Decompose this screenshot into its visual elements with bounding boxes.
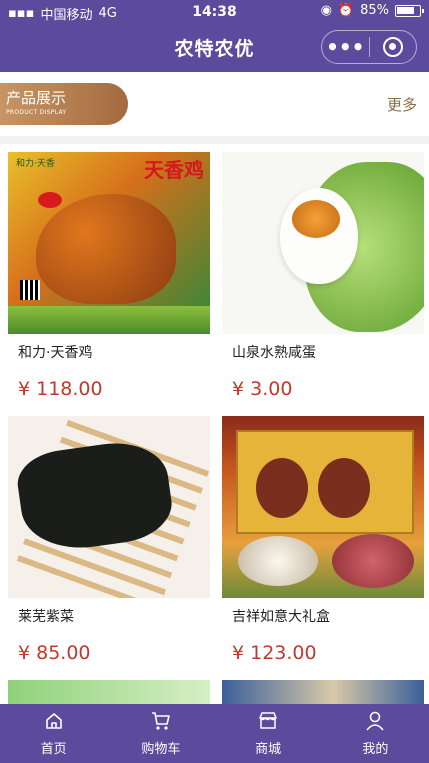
product-card[interactable]: 吉祥如意大礼盒 ¥ 123.00 [222,416,424,664]
tab-home[interactable]: 首页 [0,704,107,763]
meat-shape [318,458,370,518]
target-icon [382,37,403,57]
image-brand-text: 和力·天香 [16,159,55,169]
tab-profile[interactable]: 我的 [322,704,429,763]
product-section-header: 产品展示 PRODUCT DISPLAY 更多 [0,72,429,136]
product-name: 山泉水熟咸蛋 [232,345,316,361]
mini-program-capsule: ••• [321,30,417,64]
tab-label: 首页 [40,742,67,757]
cart-icon [150,710,172,732]
user-icon [364,710,386,732]
product-card[interactable]: 山泉水熟咸蛋 ¥ 3.00 [222,152,424,400]
hen-comb [38,192,62,208]
tab-label: 购物车 [141,742,181,757]
product-price: ¥ 3.00 [232,378,293,400]
product-price: ¥ 118.00 [18,378,103,400]
section-title-pill: 产品展示 PRODUCT DISPLAY [0,83,128,125]
product-price: ¥ 85.00 [18,642,91,664]
alarm-icon: ⏰ [337,3,355,18]
product-image-egg[interactable] [222,152,424,334]
product-image-peek [222,680,424,704]
product-name: 莱芜紫菜 [18,609,74,625]
product-image-chicken[interactable]: 和力·天香 天香鸡 [8,152,210,334]
image-ground [8,306,210,334]
product-name: 吉祥如意大礼盒 [232,609,330,625]
store-icon [257,710,279,732]
meat-shape [256,458,308,518]
navigation-bar: 农特农优 ••• [0,24,429,72]
product-image-seaweed[interactable] [8,416,210,598]
lock-rotation-icon: ◉ [320,3,332,18]
product-name: 和力·天香鸡 [18,345,93,361]
sausage-bowl-shape [332,534,414,588]
status-right: ◉ ⏰ 85% [320,3,424,18]
close-program-button[interactable] [370,37,417,57]
tab-label: 我的 [362,742,389,757]
section-divider [0,136,429,144]
battery-icon [395,4,424,17]
section-subtitle: PRODUCT DISPLAY [6,109,67,116]
tab-label: 商城 [255,742,282,757]
section-title: 产品展示 [6,89,67,107]
yolk-shape [292,200,340,238]
rice-bowl-shape [238,536,318,586]
more-link[interactable]: 更多 [387,94,417,115]
status-bar: ▪▪▪ 中国移动 4G 14:38 ◉ ⏰ 85% [0,0,429,24]
image-tag-text: 天香鸡 [144,158,204,182]
home-icon [43,710,65,732]
product-image-gift-box[interactable] [222,416,424,598]
hen-shape [36,194,176,304]
more-dots-icon[interactable]: ••• [322,32,369,62]
bottom-tab-bar: 首页 购物车 商城 我的 [0,704,429,763]
product-card[interactable]: 和力·天香 天香鸡 和力·天香鸡 ¥ 118.00 [8,152,210,400]
tab-cart[interactable]: 购物车 [107,704,214,763]
product-card[interactable]: 莱芜紫菜 ¥ 85.00 [8,416,210,664]
product-price: ¥ 123.00 [232,642,317,664]
product-grid: 和力·天香 天香鸡 和力·天香鸡 ¥ 118.00 山泉水熟咸蛋 ¥ 3.00 … [0,144,429,704]
battery-label: 85% [360,3,389,18]
tab-store[interactable]: 商城 [215,704,322,763]
qr-code-icon [20,280,40,300]
product-image-peek [8,680,210,704]
